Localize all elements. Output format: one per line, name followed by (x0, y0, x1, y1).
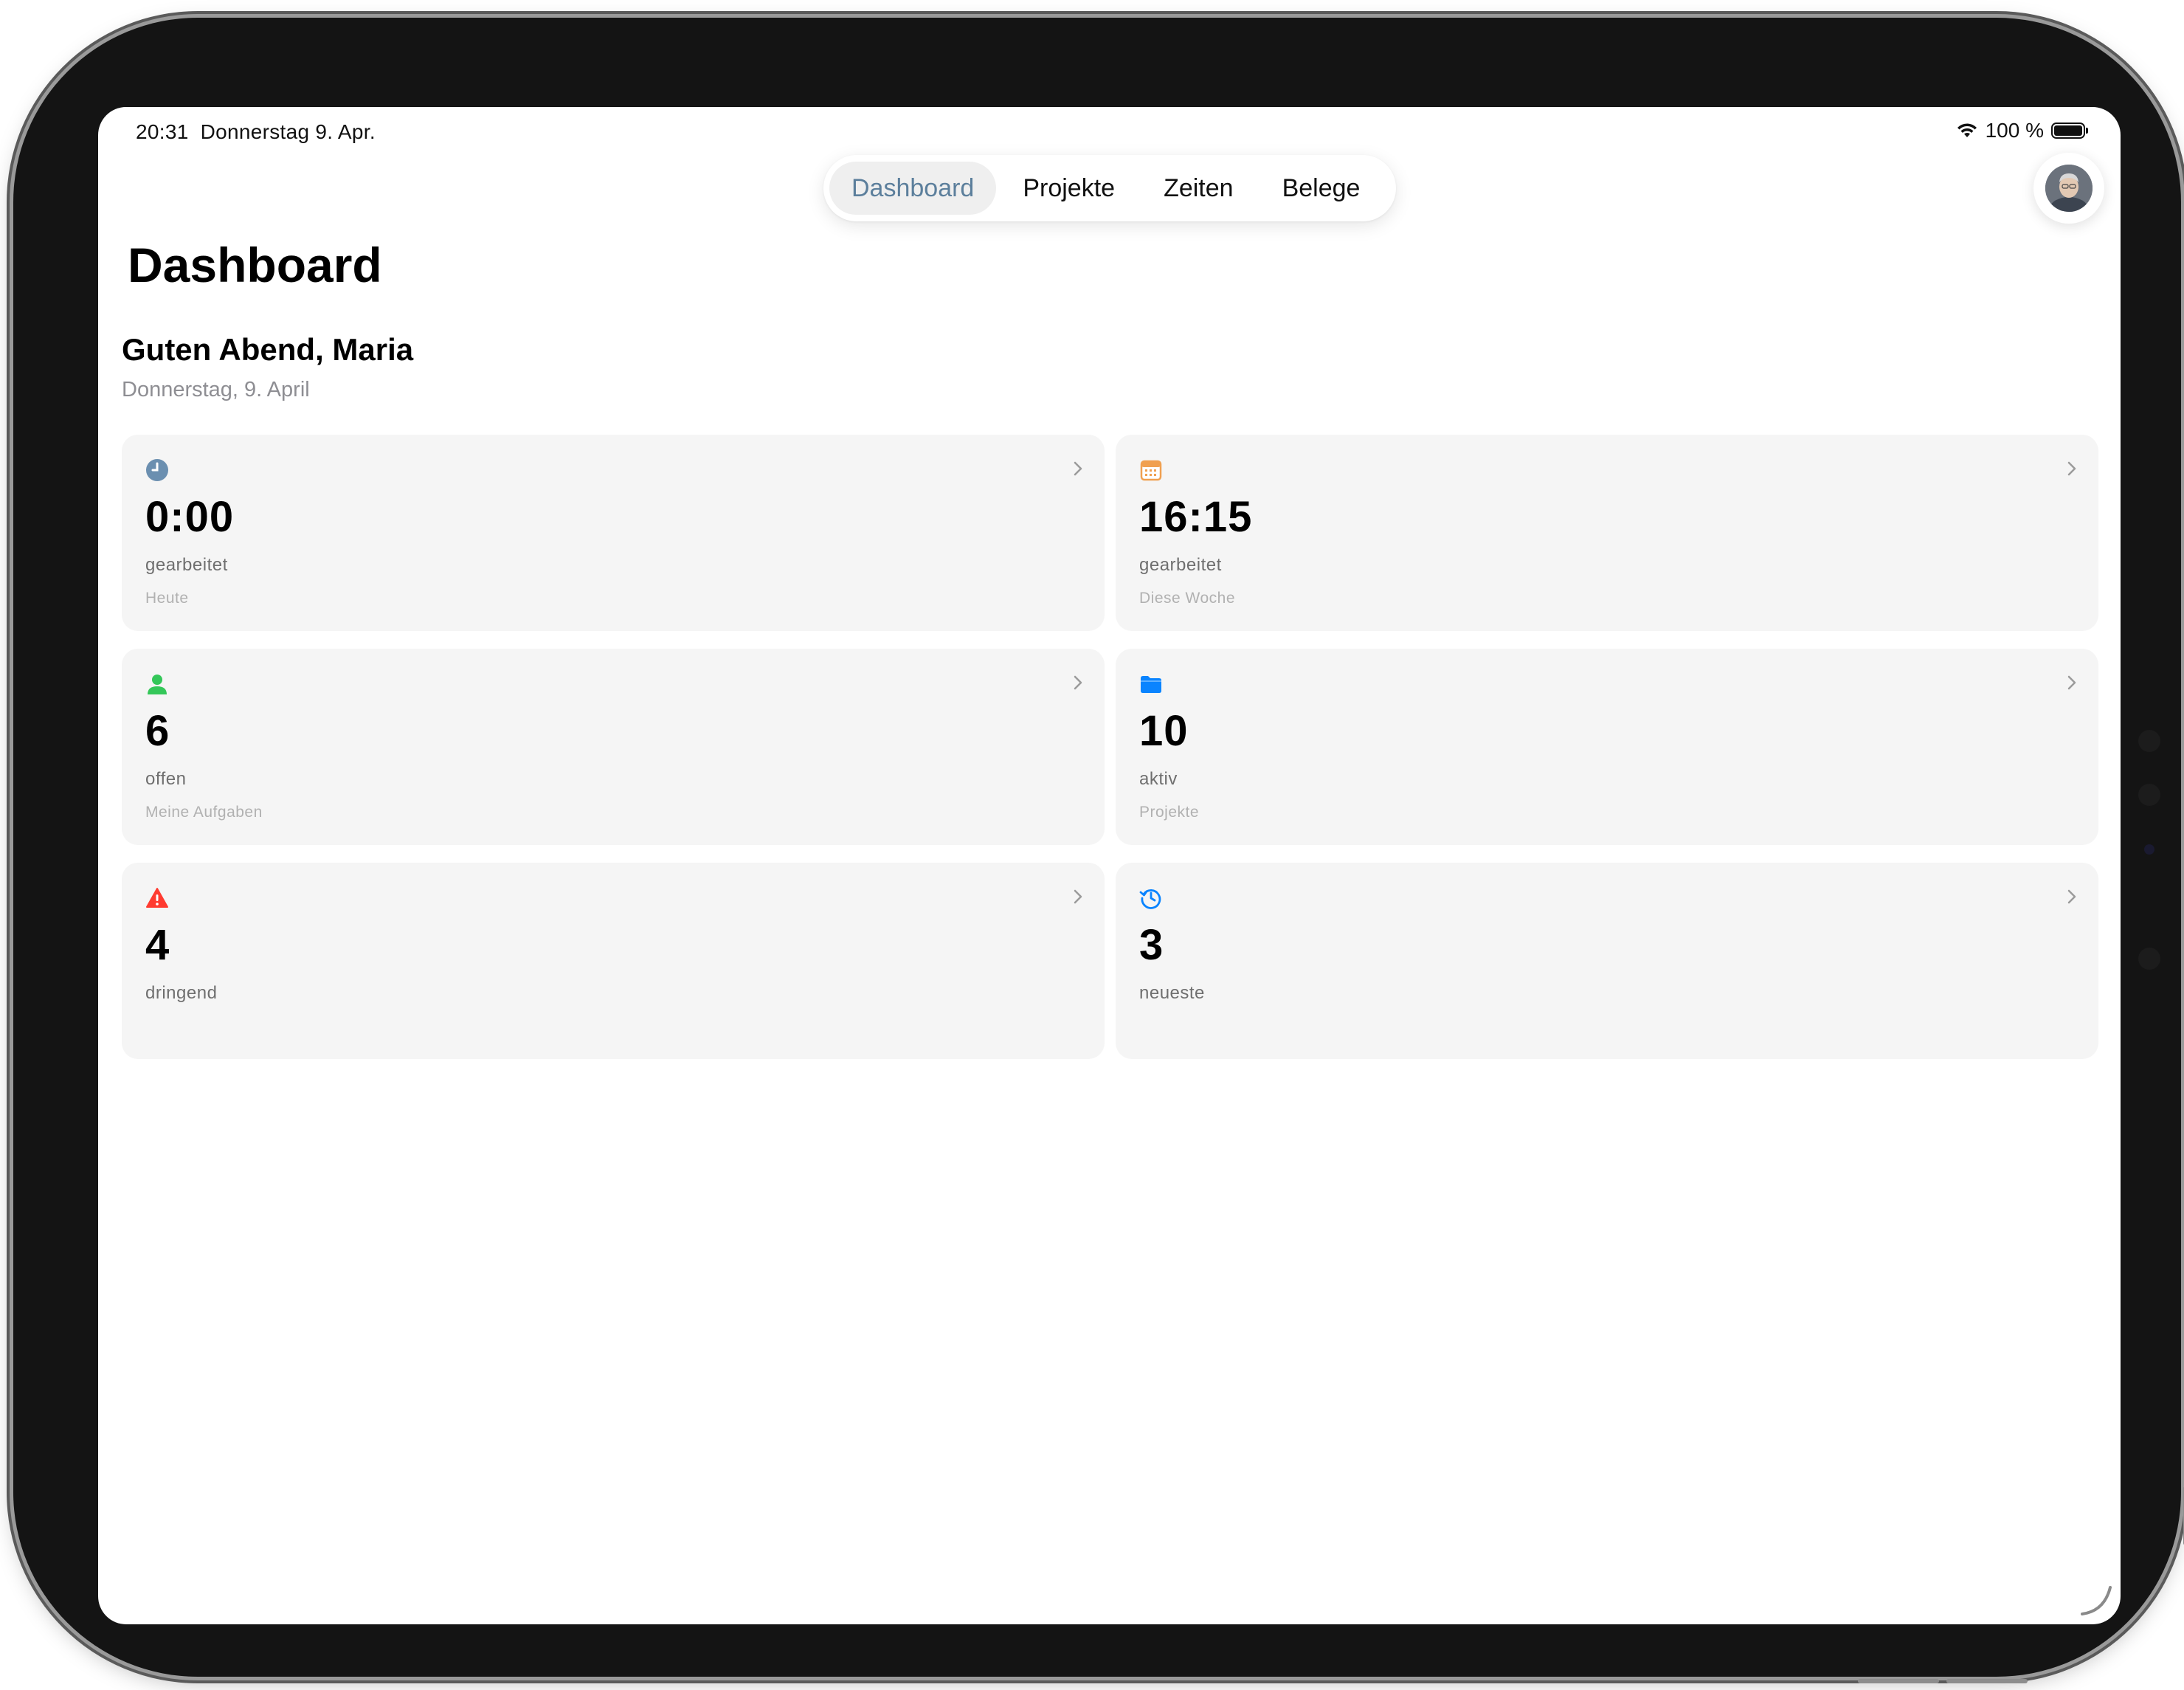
top-button-1 (1858, 1679, 1939, 1683)
card-recent[interactable]: 3 neueste (1116, 863, 2098, 1059)
tab-dashboard[interactable]: Dashboard (829, 162, 997, 215)
tab-zeiten[interactable]: Zeiten (1141, 162, 1256, 215)
card-value: 10 (1139, 707, 1189, 755)
chevron-right-icon (2067, 889, 2076, 904)
status-bar: 20:31 Donnerstag 9. Apr. 100 % (98, 114, 2121, 151)
card-week-worked[interactable]: 16:15 gearbeitet Diese Woche (1116, 435, 2098, 631)
warning-icon (146, 888, 168, 908)
card-subtitle: Diese Woche (1139, 590, 1236, 607)
card-label: gearbeitet (1139, 555, 1222, 575)
greeting: Guten Abend, Maria (122, 332, 414, 367)
page-title: Dashboard (128, 238, 382, 292)
calendar-icon (1140, 460, 1162, 481)
status-indicators: 100 % (1956, 119, 2088, 142)
folder-icon (1141, 676, 1161, 693)
card-my-tasks[interactable]: 6 offen Meine Aufgaben (122, 649, 1105, 845)
chevron-right-icon (1074, 461, 1082, 476)
top-button-2 (1946, 1679, 2028, 1683)
person-icon (148, 675, 167, 694)
status-time-date: 20:31 Donnerstag 9. Apr. (136, 120, 376, 144)
status-date: Donnerstag 9. Apr. (200, 120, 376, 143)
clock-icon (146, 459, 168, 481)
camera-lens (2144, 844, 2154, 855)
card-subtitle: Heute (145, 590, 189, 607)
history-icon (1139, 889, 1161, 909)
card-subtitle: Projekte (1139, 804, 1200, 821)
card-label: dringend (145, 983, 218, 1003)
card-value: 16:15 (1139, 493, 1253, 541)
wifi-icon (1957, 123, 1977, 137)
card-value: 0:00 (145, 493, 235, 541)
card-label: gearbeitet (145, 555, 228, 575)
chevron-right-icon (2067, 461, 2076, 476)
card-value: 3 (1139, 921, 1164, 969)
avatar (2045, 165, 2093, 212)
card-value: 6 (145, 707, 170, 755)
card-urgent[interactable]: 4 dringend (122, 863, 1105, 1059)
tab-bar: Dashboard Projekte Zeiten Belege (823, 155, 1396, 221)
chevron-right-icon (2067, 675, 2076, 690)
card-today-worked[interactable]: 0:00 gearbeitet Heute (122, 435, 1105, 631)
battery-percentage: 100 % (1985, 119, 2044, 142)
card-subtitle: Meine Aufgaben (145, 804, 263, 821)
status-time: 20:31 (136, 120, 189, 143)
current-date: Donnerstag, 9. April (122, 378, 310, 401)
camera-sensor (2138, 784, 2160, 806)
card-label: aktiv (1139, 769, 1178, 789)
card-label: offen (145, 769, 187, 789)
screen: 20:31 Donnerstag 9. Apr. 100 % Dashboard … (98, 107, 2121, 1624)
chevron-right-icon (1074, 675, 1082, 690)
tab-belege[interactable]: Belege (1260, 162, 1383, 215)
profile-button[interactable] (2033, 153, 2104, 224)
battery-icon (2051, 123, 2088, 139)
card-value: 4 (145, 921, 170, 969)
camera-sensor (2138, 730, 2160, 752)
card-label: neueste (1139, 983, 1205, 1003)
tab-projekte[interactable]: Projekte (1001, 162, 1137, 215)
camera-sensor (2138, 948, 2160, 970)
corner-resize-indicator (2081, 1586, 2112, 1615)
card-active-projects[interactable]: 10 aktiv Projekte (1116, 649, 2098, 845)
ipad-frame: 20:31 Donnerstag 9. Apr. 100 % Dashboard … (13, 18, 2184, 1683)
chevron-right-icon (1074, 889, 1082, 904)
